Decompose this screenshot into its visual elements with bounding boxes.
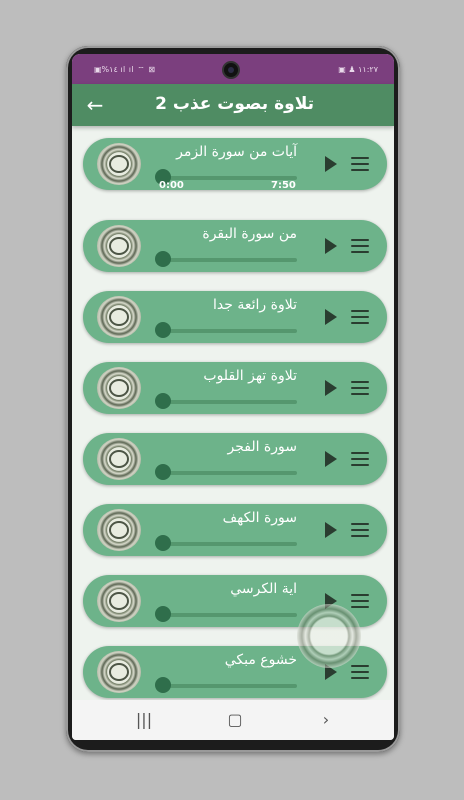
status-clock: ▣ ♟ ١١:٢٧: [338, 65, 378, 74]
quran-emblem-icon: [97, 509, 141, 551]
track-item[interactable]: آيات من سورة الزمر 0:00 7:50: [83, 138, 387, 191]
progress-track[interactable]: [159, 258, 297, 262]
progress-track[interactable]: [159, 471, 297, 475]
play-icon[interactable]: [325, 156, 337, 172]
status-bar: ▣%١٤ ıl ıl ⌔ ⊠ ▣ ♟ ١١:٢٧: [72, 54, 394, 84]
quran-emblem-icon: [97, 296, 141, 338]
progress-track[interactable]: [159, 400, 297, 404]
seek-knob[interactable]: [155, 322, 171, 338]
menu-icon[interactable]: [351, 665, 369, 679]
track-title: اية الكرسي: [230, 581, 297, 597]
menu-icon[interactable]: [351, 239, 369, 253]
menu-icon[interactable]: [351, 310, 369, 324]
menu-icon[interactable]: [351, 157, 369, 171]
track-title: تلاوة رائعة جدا: [213, 297, 297, 313]
progress-track[interactable]: [159, 329, 297, 333]
progress-track[interactable]: [159, 613, 297, 617]
track-item[interactable]: تلاوة تهز القلوب: [83, 362, 387, 414]
play-icon[interactable]: [325, 380, 337, 396]
track-item[interactable]: سورة الكهف: [83, 504, 387, 556]
seek-knob[interactable]: [155, 393, 171, 409]
track-title: سورة الكهف: [222, 510, 297, 526]
track-title: تلاوة تهز القلوب: [203, 368, 297, 384]
time-elapsed: 0:00: [159, 180, 184, 191]
app-bar: ← تلاوة بصوت عذب 2: [72, 84, 394, 126]
track-item[interactable]: سورة الفجر: [83, 433, 387, 485]
seek-knob[interactable]: [155, 535, 171, 551]
nav-back-icon[interactable]: ›: [314, 708, 338, 732]
progress-track[interactable]: [159, 542, 297, 546]
system-nav-bar: ||| ▢ ›: [72, 700, 394, 740]
menu-icon[interactable]: [351, 523, 369, 537]
play-icon[interactable]: [325, 451, 337, 467]
recents-icon[interactable]: |||: [132, 708, 156, 732]
track-item[interactable]: من سورة البقرة: [83, 220, 387, 272]
app-screen: ▣%١٤ ıl ıl ⌔ ⊠ ▣ ♟ ١١:٢٧ ← تلاوة بصوت عذ…: [72, 54, 394, 740]
seek-knob[interactable]: [155, 251, 171, 267]
quran-emblem-icon: [97, 225, 141, 267]
menu-icon[interactable]: [351, 381, 369, 395]
track-item[interactable]: تلاوة رائعة جدا: [83, 291, 387, 343]
track-title: من سورة البقرة: [202, 226, 297, 242]
quran-emblem-icon: [97, 580, 141, 622]
floating-quran-emblem-icon[interactable]: [297, 604, 361, 668]
seek-knob[interactable]: [155, 464, 171, 480]
front-camera: [222, 61, 240, 79]
track-title: آيات من سورة الزمر: [176, 144, 297, 160]
arrow-left-icon[interactable]: ←: [82, 92, 108, 118]
quran-emblem-icon: [97, 367, 141, 409]
menu-icon[interactable]: [351, 452, 369, 466]
progress-track[interactable]: [159, 684, 297, 688]
play-icon[interactable]: [325, 238, 337, 254]
play-icon[interactable]: [325, 309, 337, 325]
status-icons-left: ▣%١٤ ıl ıl ⌔ ⊠: [94, 65, 156, 74]
seek-knob[interactable]: [155, 606, 171, 622]
page-title: تلاوة بصوت عذب 2: [155, 94, 314, 114]
seek-knob[interactable]: [155, 677, 171, 693]
menu-icon[interactable]: [351, 594, 369, 608]
play-icon[interactable]: [325, 522, 337, 538]
quran-emblem-icon: [97, 438, 141, 480]
home-icon[interactable]: ▢: [223, 708, 247, 732]
track-title: خشوع مبكي: [224, 652, 297, 668]
track-title: سورة الفجر: [227, 439, 297, 455]
quran-emblem-icon: [97, 651, 141, 693]
quran-emblem-icon: [97, 143, 141, 185]
time-total: 7:50: [271, 180, 296, 191]
